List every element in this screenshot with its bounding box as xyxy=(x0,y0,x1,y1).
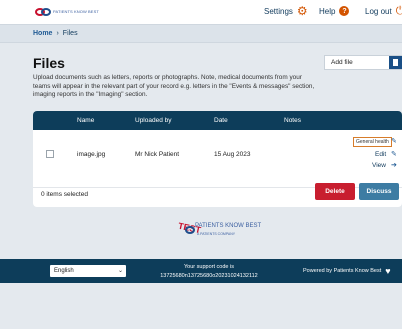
logo-ring-blue xyxy=(185,226,195,234)
view-link[interactable]: View xyxy=(372,162,386,169)
help-link[interactable]: Help ? xyxy=(319,6,350,16)
discuss-button[interactable]: Discuss xyxy=(359,183,399,200)
question-circle-icon: ? xyxy=(339,6,350,16)
page-footer: English ⌄ Your support code is 13725680n… xyxy=(0,259,402,283)
edit-link[interactable]: Edit xyxy=(375,151,386,158)
gear-icon: ⚙ xyxy=(296,4,308,18)
selection-count: 0 items selected xyxy=(41,191,88,198)
column-header-notes[interactable]: Notes xyxy=(284,117,301,124)
page-description: Upload documents such as letters, report… xyxy=(33,74,315,98)
pencil-icon[interactable]: ✎ xyxy=(391,137,397,145)
file-name[interactable]: image.jpg xyxy=(77,151,105,158)
support-code: Your support code is 13725680n13725680o2… xyxy=(150,263,268,281)
logo-text: PATIENTS KNOW BEST xyxy=(53,9,99,14)
pkb-logo[interactable]: PATIENTS KNOW BEST xyxy=(35,6,99,18)
breadcrumb: Home › Files xyxy=(33,30,78,37)
pencil-icon[interactable]: ✎ xyxy=(391,150,397,158)
breadcrumb-bar: Home › Files xyxy=(0,24,402,43)
files-table: Name Uploaded by Date Notes image.jpg Mr… xyxy=(33,111,402,207)
column-header-uploaded-by[interactable]: Uploaded by xyxy=(135,117,172,124)
heart-icon: ♥ xyxy=(385,266,391,276)
powered-by-label: Powered by Patients Know Best xyxy=(303,268,382,274)
support-label: Your support code is xyxy=(184,264,234,270)
brand-logo: TEST PATIENTS KNOW BEST A PATIENTS COMPA… xyxy=(170,220,270,240)
brand-name: PATIENTS KNOW BEST xyxy=(195,223,262,229)
table-header: Name Uploaded by Date Notes xyxy=(33,111,402,130)
breadcrumb-home[interactable]: Home xyxy=(33,30,52,37)
column-header-date[interactable]: Date xyxy=(214,117,228,124)
settings-link[interactable]: Settings ⚙ xyxy=(264,4,308,18)
logo-ring-blue xyxy=(41,8,51,16)
powered-by: Powered by Patients Know Best ♥ xyxy=(303,266,391,276)
table-row: image.jpg Mr Nick Patient 15 Aug 2023 Ge… xyxy=(33,130,402,188)
breadcrumb-current: Files xyxy=(62,30,78,37)
add-file-button[interactable]: Add file xyxy=(324,55,402,70)
chevron-right-icon: › xyxy=(56,30,59,37)
arrow-right-icon[interactable]: ➔ xyxy=(391,161,397,169)
upload-date: 15 Aug 2023 xyxy=(214,151,251,158)
document-upload-icon xyxy=(389,56,402,69)
brand-subtitle: A PATIENTS COMPANY xyxy=(197,232,236,236)
table-footer: 0 items selected Delete Discuss xyxy=(33,183,402,207)
uploaded-by: Mr Nick Patient xyxy=(135,151,180,158)
chevron-down-icon: ⌄ xyxy=(117,268,123,274)
column-header-name[interactable]: Name xyxy=(77,117,94,124)
logout-label: Log out xyxy=(365,6,392,16)
help-label: Help xyxy=(319,6,336,16)
power-icon: ⏻ xyxy=(395,5,402,17)
language-select[interactable]: English ⌄ xyxy=(50,265,126,277)
row-checkbox[interactable] xyxy=(46,150,54,158)
delete-button[interactable]: Delete xyxy=(315,183,355,200)
settings-label: Settings xyxy=(264,6,293,16)
logout-link[interactable]: Log out ⏻ xyxy=(365,5,402,17)
language-value: English xyxy=(54,268,74,274)
top-navigation-bar: PATIENTS KNOW BEST Settings ⚙ Help ? Log… xyxy=(0,0,402,24)
add-file-label: Add file xyxy=(331,59,353,66)
support-code-value: 13725680n13725680o20231024132112 xyxy=(160,273,258,279)
page-title: Files xyxy=(33,55,65,71)
category-tag: General health xyxy=(353,137,392,147)
